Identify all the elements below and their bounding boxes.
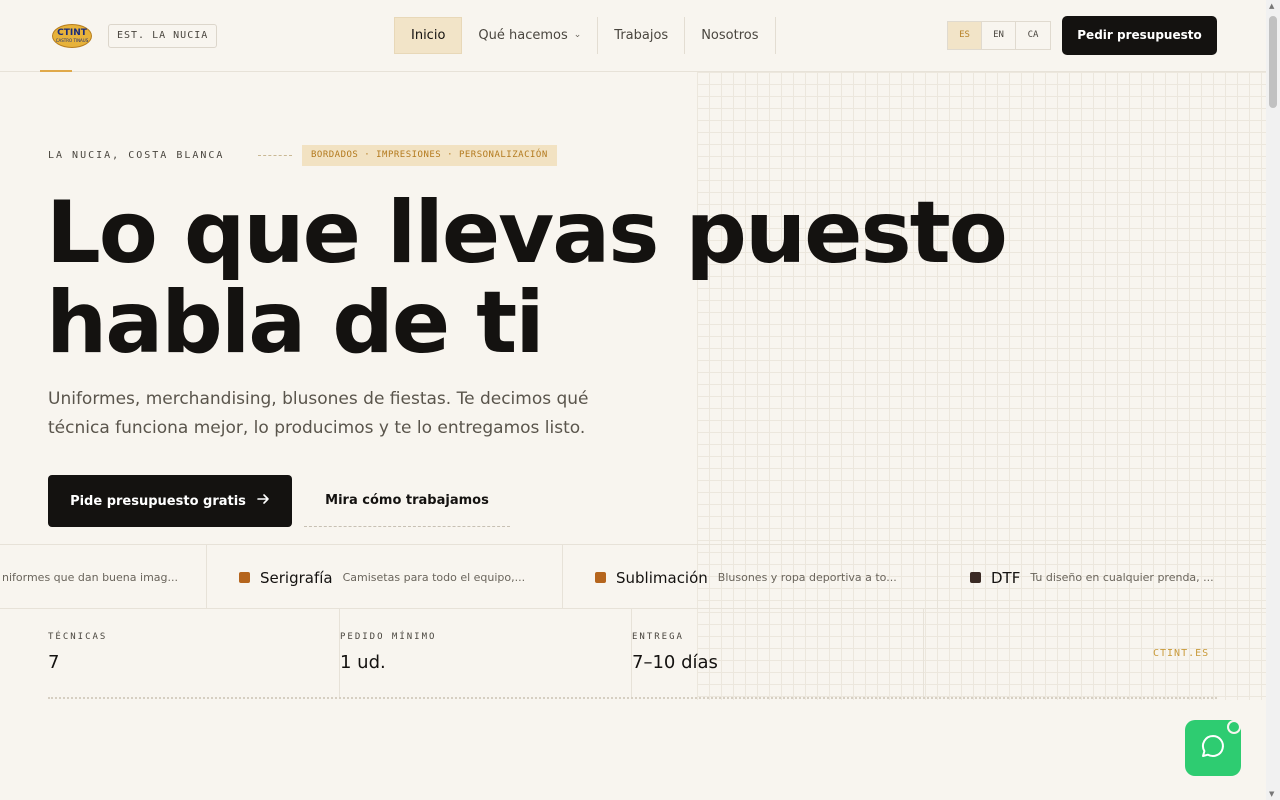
chevron-down-icon: ⌄ xyxy=(573,30,582,40)
headline-line-1: Lo que llevas puesto xyxy=(46,183,1008,283)
stat-value: 7–10 días xyxy=(632,652,718,673)
square-icon xyxy=(239,572,250,583)
lang-en[interactable]: EN xyxy=(982,22,1016,49)
online-indicator xyxy=(1227,720,1241,734)
hero-subtitle: Uniformes, merchandising, blusones de fi… xyxy=(48,389,589,438)
nav-label: Trabajos xyxy=(614,28,669,43)
square-icon xyxy=(595,572,606,583)
button-label: Pide presupuesto gratis xyxy=(70,493,246,509)
location-tag: LA NUCIA, COSTA BLANCA xyxy=(48,150,225,161)
est-badge: EST. LA NUCIA xyxy=(108,24,218,48)
scroll-up-icon[interactable]: ▲ xyxy=(1269,2,1274,10)
stat-label: TÉCNICAS xyxy=(48,632,108,642)
stats-divider xyxy=(48,697,1217,699)
nav-item-inicio[interactable]: Inicio xyxy=(394,17,463,54)
stat-label: PEDIDO MÍNIMO xyxy=(340,632,437,642)
nav-label: Inicio xyxy=(411,28,446,43)
marquee-item[interactable]: niformes que dan buena imag... xyxy=(0,545,207,608)
chat-bubble-icon xyxy=(1200,733,1226,763)
stat-value: 1 ud. xyxy=(340,652,386,673)
logo-text: CTINT xyxy=(57,28,87,38)
services-marquee: niformes que dan buena imag... Serigrafí… xyxy=(0,544,1266,609)
scroll-down-icon[interactable]: ▼ xyxy=(1269,790,1274,798)
page-scrollbar[interactable]: ▲ ▼ xyxy=(1266,0,1280,800)
headline-line-2: habla de ti xyxy=(46,273,545,373)
brand-logo[interactable]: CTINT CASTRO TINAUS xyxy=(52,24,92,48)
site-domain: CTINT.ES xyxy=(1153,648,1210,659)
site-header: CTINT CASTRO TINAUS EST. LA NUCIA Inicio… xyxy=(0,0,1266,72)
request-quote-button[interactable]: Pedir presupuesto xyxy=(1062,16,1217,55)
how-we-work-link[interactable]: Mira cómo trabajamos xyxy=(304,475,510,527)
language-switcher: ES EN CA xyxy=(947,21,1051,50)
nav-label: Qué hacemos xyxy=(478,28,568,43)
stat-entrega: ENTREGA 7–10 días xyxy=(632,609,924,697)
free-quote-button[interactable]: Pide presupuesto gratis xyxy=(48,475,292,527)
square-icon xyxy=(970,572,981,583)
main-nav: Inicio Qué hacemos ⌄ Trabajos Nosotros xyxy=(394,17,776,54)
scrollbar-thumb[interactable] xyxy=(1269,16,1277,108)
marquee-item-serigrafia[interactable]: Serigrafía Camisetas para todo el equipo… xyxy=(207,545,563,608)
nav-label: Nosotros xyxy=(701,28,759,43)
nav-item-nosotros[interactable]: Nosotros xyxy=(685,17,776,54)
tag-divider xyxy=(258,155,292,156)
services-tag: BORDADOS · IMPRESIONES · PERSONALIZACIÓN xyxy=(302,145,557,166)
marquee-title: Serigrafía xyxy=(260,568,333,587)
stats-bar: TÉCNICAS 7 PEDIDO MÍNIMO 1 ud. ENTREGA 7… xyxy=(0,609,1266,699)
logo-underline xyxy=(40,70,72,72)
nav-item-que-hacemos[interactable]: Qué hacemos ⌄ xyxy=(462,17,599,54)
arrow-right-icon xyxy=(256,492,270,510)
lang-ca[interactable]: CA xyxy=(1016,22,1050,49)
stat-value: 7 xyxy=(48,652,60,673)
marquee-title: DTF xyxy=(991,568,1021,587)
marquee-item-dtf[interactable]: DTF Tu diseño en cualquier prenda, ... xyxy=(938,545,1266,608)
stat-pedido-minimo: PEDIDO MÍNIMO 1 ud. xyxy=(340,609,632,697)
marquee-desc: Blusones y ropa deportiva a to... xyxy=(717,571,897,584)
stat-label: ENTREGA xyxy=(632,632,684,642)
logo-subtext: CASTRO TINAUS xyxy=(55,38,89,43)
hero-headline: Lo que llevas puesto habla de ti xyxy=(46,188,1008,368)
marquee-title: Sublimación xyxy=(616,568,708,587)
nav-item-trabajos[interactable]: Trabajos xyxy=(598,17,686,54)
marquee-item-sublimacion[interactable]: Sublimación Blusones y ropa deportiva a … xyxy=(563,545,938,608)
marquee-desc: Camisetas para todo el equipo,... xyxy=(342,571,526,584)
marquee-desc: Tu diseño en cualquier prenda, ... xyxy=(1030,571,1214,584)
marquee-desc: niformes que dan buena imag... xyxy=(2,571,178,584)
stat-tecnicas: TÉCNICAS 7 xyxy=(48,609,340,697)
lang-es[interactable]: ES xyxy=(948,22,982,49)
